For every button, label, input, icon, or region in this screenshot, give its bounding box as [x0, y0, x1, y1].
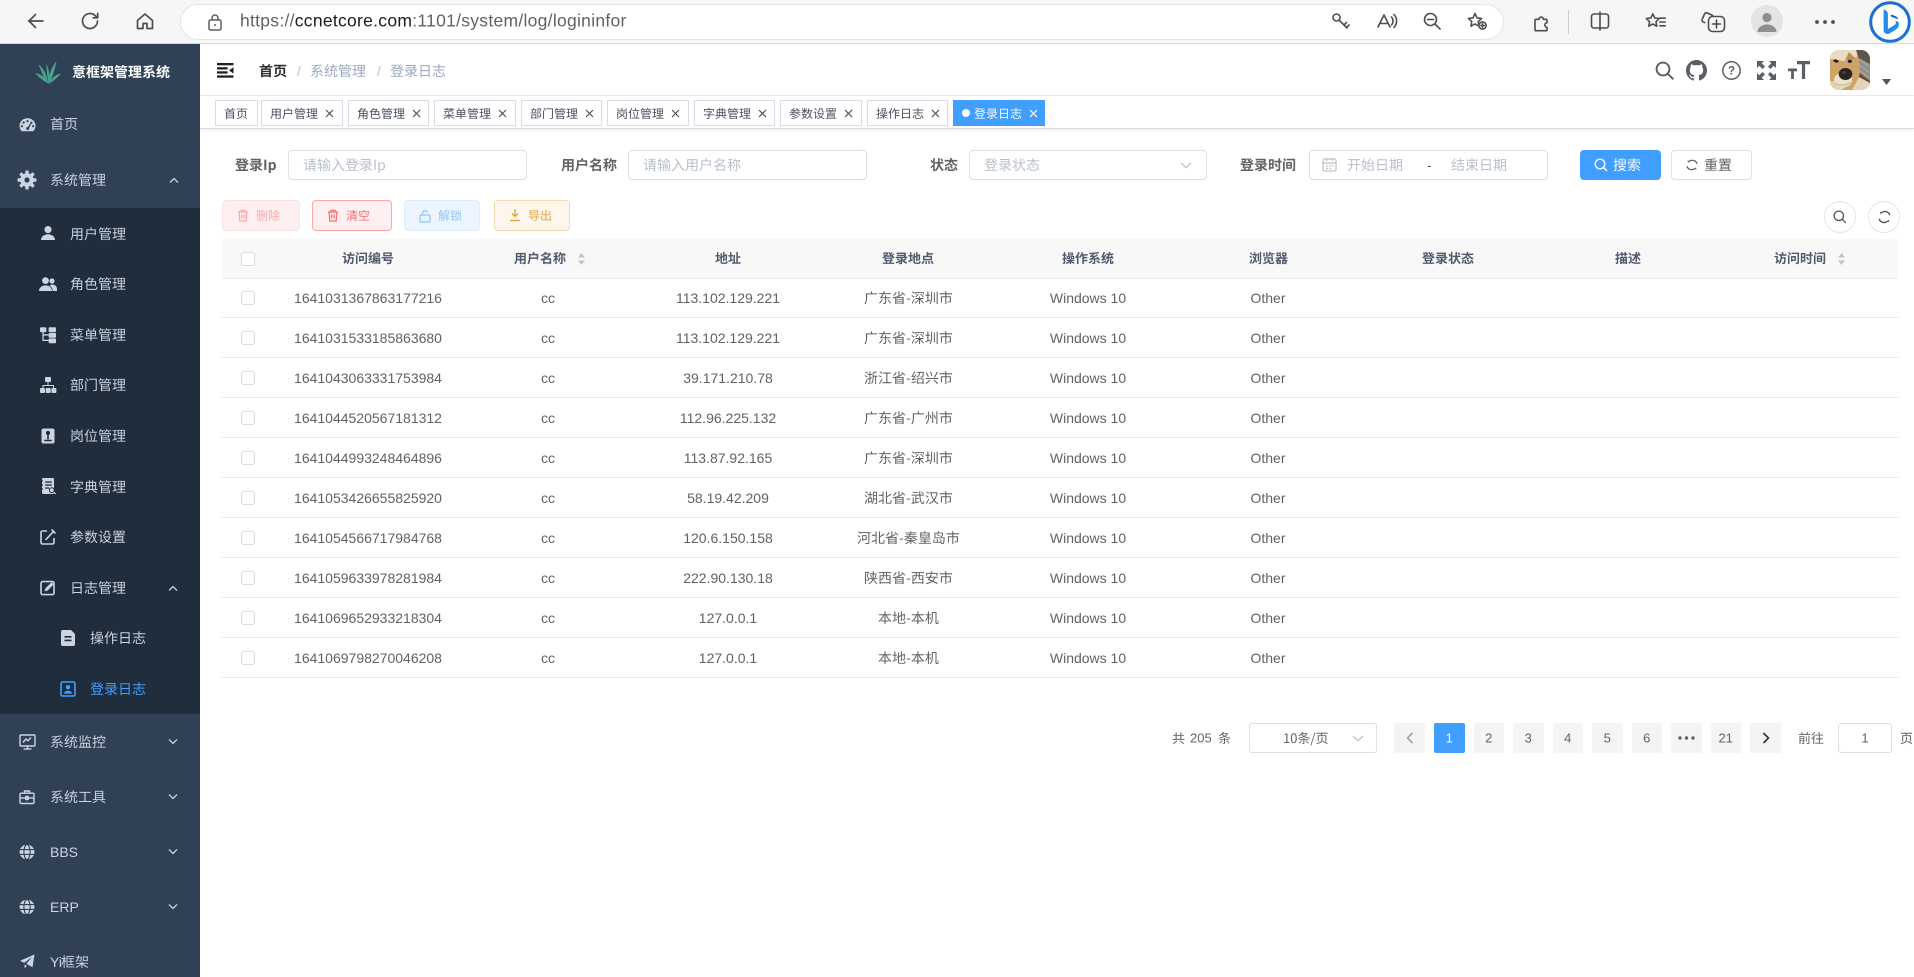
svg-text:?: ? [1728, 66, 1735, 78]
